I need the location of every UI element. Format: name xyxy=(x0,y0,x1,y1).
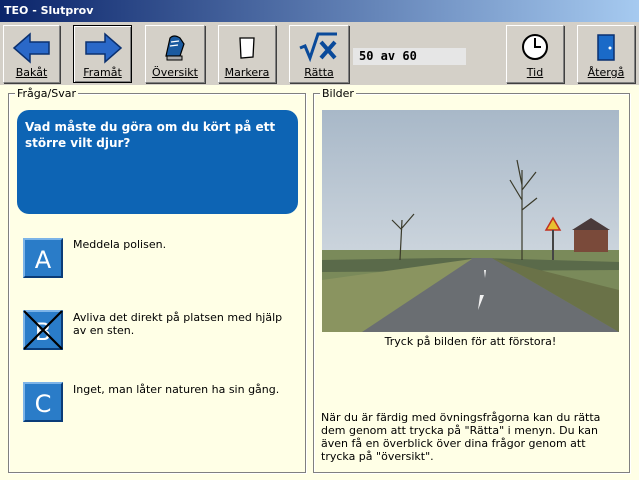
qa-panel-legend: Fråga/Svar xyxy=(15,87,78,100)
door-icon xyxy=(597,34,615,61)
toolbar: Bakåt Framåt Översikt Markera Rätta 50 a… xyxy=(0,22,639,85)
overview-icon xyxy=(165,35,185,61)
return-label: Återgå xyxy=(587,66,625,79)
photo-caption: Tryck på bilden för att förstora! xyxy=(384,335,557,348)
window-title: TEO - Slutprov xyxy=(0,0,639,22)
back-label: Bakåt xyxy=(15,66,48,79)
sqrt-x-icon xyxy=(299,32,337,63)
grade-label: Rätta xyxy=(304,66,334,79)
forward-label: Framåt xyxy=(83,66,122,79)
question-text: Vad måste du göra om du kört på ett stör… xyxy=(17,110,298,214)
time-button[interactable]: Tid xyxy=(506,25,564,83)
forward-button[interactable]: Framåt xyxy=(73,25,132,83)
crossed-out-icon xyxy=(23,310,63,350)
answer-a-text: Meddela polisen. xyxy=(73,238,167,251)
mark-button[interactable]: Markera xyxy=(218,25,276,83)
road-photo[interactable] xyxy=(322,110,619,332)
mark-icon xyxy=(239,37,255,59)
answer-c-text: Inget, man låter naturen ha sin gång. xyxy=(73,383,280,396)
arrow-left-icon xyxy=(12,32,50,64)
back-button[interactable]: Bakåt xyxy=(3,25,60,83)
road-photo-image xyxy=(322,110,619,332)
question-counter: 50 av 60 xyxy=(353,48,466,65)
help-text: När du är färdig med övningsfrågorna kan… xyxy=(321,411,601,463)
images-panel-legend: Bilder xyxy=(320,87,356,100)
answer-b-button[interactable]: B xyxy=(23,310,63,350)
grade-button[interactable]: Rätta xyxy=(289,25,349,83)
overview-button[interactable]: Översikt xyxy=(145,25,205,83)
mark-label: Markera xyxy=(224,66,270,79)
answer-c-button[interactable]: C xyxy=(23,382,63,422)
arrow-right-icon xyxy=(84,32,122,64)
return-button[interactable]: Återgå xyxy=(577,25,635,83)
clock-icon xyxy=(522,34,548,60)
time-label: Tid xyxy=(526,66,544,79)
answer-a-button[interactable]: A xyxy=(23,238,63,278)
overview-label: Översikt xyxy=(152,66,198,79)
answer-b-text: Avliva det direkt på platsen med hjälp a… xyxy=(73,311,283,337)
